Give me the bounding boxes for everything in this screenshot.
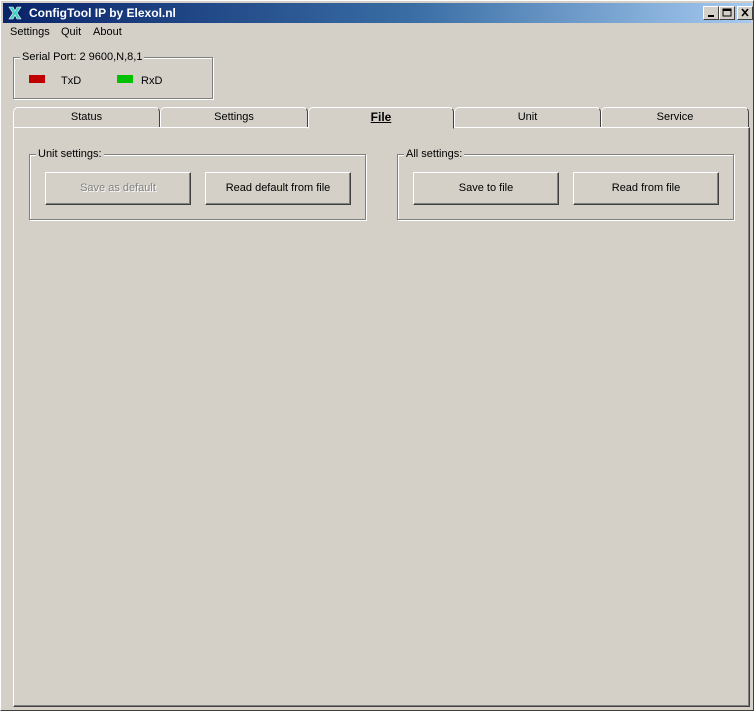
save-as-default-button[interactable]: Save as default <box>45 172 191 205</box>
txd-indicator <box>29 75 45 83</box>
rxd-label: RxD <box>141 75 163 87</box>
maximize-icon <box>722 8 732 17</box>
close-icon <box>741 8 749 17</box>
minimize-icon <box>708 15 714 17</box>
title-bar[interactable]: ConfigTool IP by Elexol.nl <box>3 3 753 23</box>
menu-about[interactable]: About <box>93 26 122 38</box>
all-settings-label: All settings: <box>404 148 465 160</box>
menu-settings[interactable]: Settings <box>10 26 50 38</box>
main-window: ConfigTool IP by Elexol.nl Settings Quit… <box>0 0 754 711</box>
maximize-button[interactable] <box>719 6 735 20</box>
serial-port-group: Serial Port: 2 9600,N,8,1 TxD RxD <box>13 51 213 99</box>
tab-unit[interactable]: Unit <box>454 107 601 128</box>
menu-quit[interactable]: Quit <box>61 26 81 38</box>
menu-bar: Settings Quit About <box>3 24 751 42</box>
read-default-from-file-button[interactable]: Read default from file <box>205 172 351 205</box>
serial-port-label: Serial Port: 2 9600,N,8,1 <box>20 51 145 63</box>
minimize-button[interactable] <box>703 6 719 20</box>
rxd-indicator <box>117 75 133 83</box>
read-from-file-button[interactable]: Read from file <box>573 172 719 205</box>
unit-settings-group: Unit settings: Save as default Read defa… <box>29 148 366 220</box>
save-to-file-button[interactable]: Save to file <box>413 172 559 205</box>
all-settings-group: All settings: Save to file Read from fil… <box>397 148 734 220</box>
tab-service[interactable]: Service <box>601 107 749 128</box>
tab-settings[interactable]: Settings <box>160 107 308 128</box>
app-x-icon <box>7 5 23 21</box>
window-title: ConfigTool IP by Elexol.nl <box>29 6 176 20</box>
tab-file[interactable]: File <box>308 107 454 129</box>
file-tab-panel: Unit settings: Save as default Read defa… <box>13 127 750 707</box>
txd-label: TxD <box>61 75 82 87</box>
tab-status[interactable]: Status <box>13 107 160 128</box>
unit-settings-label: Unit settings: <box>36 148 104 160</box>
close-button[interactable] <box>737 6 753 20</box>
